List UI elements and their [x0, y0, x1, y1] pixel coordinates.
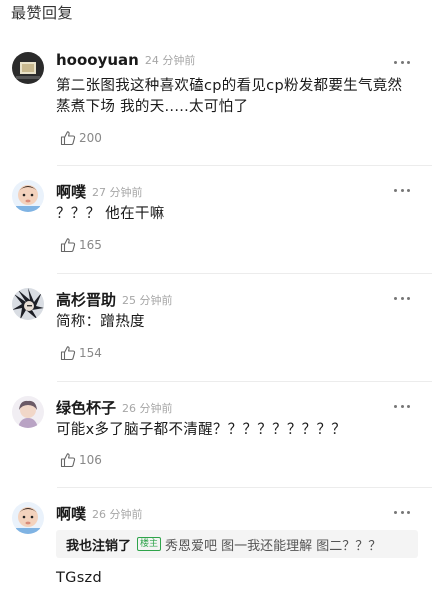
username-text[interactable]: 啊噗 [56, 505, 86, 523]
more-options-icon[interactable] [394, 509, 410, 515]
username-text[interactable]: 啊噗 [56, 183, 86, 201]
username-text[interactable]: hoooyuan [56, 51, 139, 69]
quoted-username[interactable]: 我也注销了 [66, 535, 131, 554]
comment-time: 27 分钟前 [92, 186, 143, 199]
comment-item: 绿色杯子 26 分钟前 可能x多了脑子都不清醒？？？？？？？？？ 106 [0, 382, 432, 488]
username-text[interactable]: 绿色杯子 [56, 399, 116, 417]
comment-text: ？？？ 他在干嘛 [56, 206, 165, 222]
username[interactable]: 啊噗 26 分钟前 [56, 503, 143, 524]
op-badge: 楼主 [137, 537, 162, 551]
quoted-text: 秀恩爱吧 图一我还能理解 图二？？？ [165, 538, 382, 554]
comment-item: hoooyuan 24 分钟前 第二张图我这种喜欢磕cp的看见cp粉发都要生气竟然… [0, 42, 432, 166]
comment-time: 26 分钟前 [92, 508, 143, 521]
like-button[interactable]: 200 [60, 130, 102, 146]
comment-text: TGszd [56, 570, 102, 586]
comment-item: 啊噗 26 分钟前 我也注销了 楼主 秀恩爱吧 图一我还能理解 图二？？？ TGs… [0, 488, 432, 596]
username[interactable]: 高杉晋助 25 分钟前 [56, 289, 173, 310]
comment-item: 高杉晋助 25 分钟前 简称：蹭热度 154 [0, 274, 432, 382]
more-options-icon[interactable] [394, 59, 410, 65]
comment-time: 24 分钟前 [144, 54, 196, 67]
avatar[interactable] [12, 180, 44, 212]
quoted-reply[interactable]: 我也注销了 楼主 秀恩爱吧 图一我还能理解 图二？？？ [56, 530, 418, 558]
like-count: 106 [79, 453, 102, 467]
username[interactable]: 绿色杯子 26 分钟前 [56, 397, 173, 418]
avatar[interactable] [12, 288, 44, 320]
more-options-icon[interactable] [394, 403, 410, 409]
avatar[interactable] [12, 502, 44, 534]
section-title: 最赞回复 [11, 4, 74, 22]
comment-text: 简称：蹭热度 [56, 314, 145, 330]
like-count: 200 [79, 131, 102, 145]
username-text[interactable]: 高杉晋助 [56, 291, 116, 309]
comment-time: 25 分钟前 [122, 294, 173, 307]
comment-item: 啊噗 27 分钟前 ？？？ 他在干嘛 165 [0, 166, 432, 274]
like-button[interactable]: 154 [60, 345, 102, 361]
avatar[interactable] [12, 396, 44, 428]
avatar[interactable] [12, 52, 44, 84]
like-button[interactable]: 106 [60, 452, 102, 468]
comment-text: 第二张图我这种喜欢磕cp的看见cp粉发都要生气竟然蒸煮下场 我的天.....太可… [56, 78, 403, 115]
thumbs-up-icon [60, 346, 76, 361]
username[interactable]: hoooyuan 24 分钟前 [56, 51, 195, 69]
thumbs-up-icon [60, 453, 76, 468]
thumbs-up-icon [60, 131, 76, 146]
comment-text: 可能x多了脑子都不清醒？？？？？？？？？ [56, 422, 347, 438]
comment-time: 26 分钟前 [122, 402, 173, 415]
username[interactable]: 啊噗 27 分钟前 [56, 181, 143, 202]
like-count: 154 [79, 346, 102, 360]
like-count: 165 [79, 238, 102, 252]
more-options-icon[interactable] [394, 187, 410, 193]
more-options-icon[interactable] [394, 295, 410, 301]
thumbs-up-icon [60, 238, 76, 253]
like-button[interactable]: 165 [60, 237, 102, 253]
